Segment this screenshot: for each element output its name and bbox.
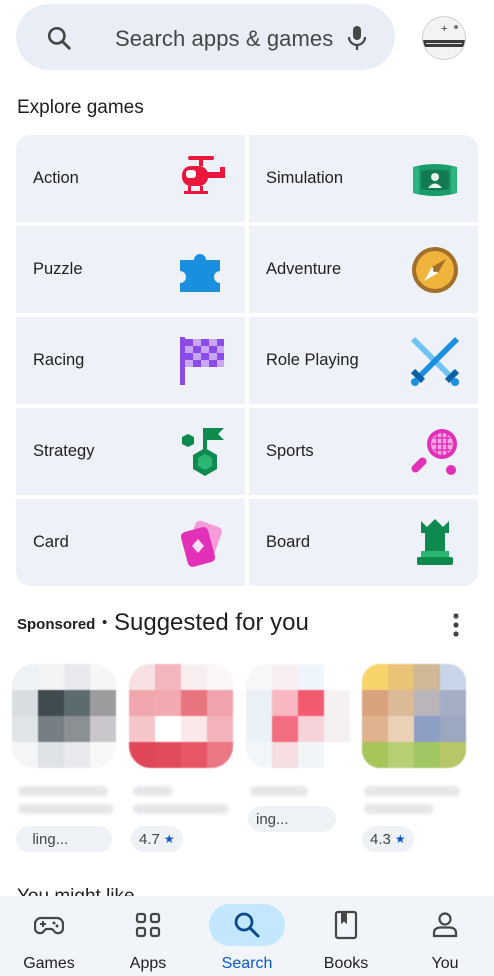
more-vert-icon[interactable] <box>452 612 460 638</box>
app-icon <box>362 664 466 768</box>
nav-label: Books <box>323 955 369 972</box>
crossed-swords-icon <box>410 337 460 386</box>
stadium-icon <box>413 164 457 196</box>
category-puzzle[interactable]: Puzzle <box>16 226 245 313</box>
search-bar[interactable]: Search apps & games <box>16 4 395 70</box>
bottom-navigation: Games Apps Search Books You <box>0 896 494 976</box>
category-simulation[interactable]: Simulation <box>249 135 478 222</box>
category-grid: Action Simulation Puzzle Adventure Racin… <box>16 135 478 586</box>
rating-value: 4.3 <box>370 830 391 848</box>
category-label: Board <box>266 533 311 551</box>
category-label: Sports <box>266 442 314 460</box>
category-card[interactable]: Card <box>16 499 245 586</box>
nav-label: Search <box>221 955 273 972</box>
nav-apps[interactable]: Apps <box>99 896 197 976</box>
app-icon <box>12 664 116 768</box>
checkered-flag-icon <box>180 337 224 385</box>
category-label: Strategy <box>33 442 95 460</box>
category-label: Role Playing <box>266 351 359 369</box>
app-icon <box>129 664 233 768</box>
search-icon <box>47 26 71 50</box>
chess-rook-icon <box>417 519 453 565</box>
cards-icon <box>180 520 222 567</box>
category-label: Action <box>33 169 79 187</box>
category-board[interactable]: Board <box>249 499 478 586</box>
gamepad-icon <box>34 916 64 935</box>
app-meta-pill: ing... <box>248 806 336 832</box>
strategy-flag-icon <box>182 428 224 476</box>
mic-icon[interactable] <box>345 24 369 52</box>
search-icon <box>234 912 260 938</box>
nav-games[interactable]: Games <box>0 896 98 976</box>
category-racing[interactable]: Racing <box>16 317 245 404</box>
app-icon <box>246 664 350 768</box>
apps-grid-icon <box>135 912 161 938</box>
suggested-title: Suggested for you <box>114 609 309 636</box>
category-strategy[interactable]: Strategy <box>16 408 245 495</box>
category-label: Simulation <box>266 169 344 187</box>
next-section-title: You might like <box>17 888 137 896</box>
nav-you[interactable]: You <box>396 896 494 976</box>
category-label: Puzzle <box>33 260 83 278</box>
compass-icon <box>412 247 458 293</box>
rating-pill: 4.7 ★ <box>131 826 183 852</box>
star-icon: ★ <box>394 832 406 846</box>
search-input[interactable]: Search apps & games <box>115 26 333 52</box>
nav-label: Apps <box>129 955 167 972</box>
puzzle-piece-icon <box>180 254 220 292</box>
nav-books[interactable]: Books <box>297 896 395 976</box>
helicopter-icon <box>182 156 225 194</box>
sponsored-label: Sponsored <box>17 616 96 633</box>
separator-dot: • <box>102 614 108 631</box>
rating-pill: 4.3 ★ <box>362 826 414 852</box>
category-action[interactable]: Action <box>16 135 245 222</box>
nav-search[interactable]: Search <box>198 896 296 976</box>
nav-label: Games <box>23 955 75 972</box>
rating-value: 4.7 <box>139 830 160 848</box>
category-label: Racing <box>33 351 85 369</box>
category-role-playing[interactable]: Role Playing <box>249 317 478 404</box>
book-icon <box>334 910 358 940</box>
avatar[interactable]: + <box>422 16 466 60</box>
category-adventure[interactable]: Adventure <box>249 226 478 313</box>
tennis-racket-icon <box>411 429 457 475</box>
nav-label: You <box>431 955 459 972</box>
person-icon <box>432 912 458 938</box>
category-sports[interactable]: Sports <box>249 408 478 495</box>
star-icon: ★ <box>163 832 175 846</box>
category-label: Card <box>33 533 69 551</box>
explore-games-title: Explore games <box>17 97 144 118</box>
category-label: Adventure <box>266 260 342 278</box>
app-meta-pill: ling... <box>16 826 112 852</box>
